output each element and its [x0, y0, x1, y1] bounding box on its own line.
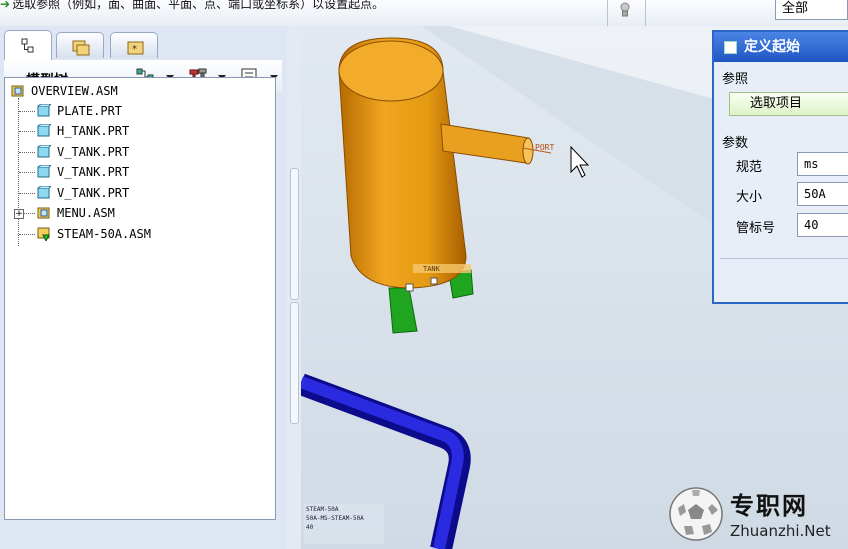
- watermark-url: Zhuanzhi.Net: [730, 522, 831, 540]
- parameters-section-label: 参数: [722, 136, 749, 151]
- schedule-label: 管标号: [736, 221, 776, 236]
- define-start-dialog: 定义起始 参照 选取项目 参数 规范 ms 大小 50A 管标号 40: [712, 30, 848, 304]
- spec-row: 规范 ms: [714, 152, 848, 176]
- assembly-icon: [37, 207, 50, 219]
- lightbulb-icon[interactable]: [619, 0, 631, 18]
- tree-connector: [19, 234, 35, 235]
- tank-top-cap: [338, 40, 444, 102]
- tree-connector: [19, 172, 35, 173]
- assembly-icon: [11, 85, 24, 97]
- size-row: 大小 50A: [714, 182, 848, 206]
- select-items-button[interactable]: 选取项目: [729, 92, 848, 116]
- port-label: PORT: [535, 143, 554, 152]
- part-icon: [37, 104, 51, 117]
- spec-field[interactable]: ms: [797, 152, 848, 176]
- model-tree-icon: [21, 38, 34, 53]
- soccer-ball-logo-icon: [669, 487, 723, 541]
- schedule-row: 管标号 40: [714, 213, 848, 237]
- nozzle-port: [522, 137, 534, 165]
- svg-text:*: *: [132, 44, 137, 55]
- model-status-overlay: STEAM-50A 50A-MS-STEAM-50A 40: [304, 504, 384, 544]
- navigator-tabs: *: [2, 30, 282, 60]
- tree-connector: [19, 152, 35, 153]
- part-icon: [37, 186, 51, 199]
- sash-handle[interactable]: [290, 302, 299, 424]
- selection-filter-select[interactable]: 全部: [775, 0, 848, 20]
- status-line: 40: [306, 524, 314, 531]
- watermark-chinese: 专职网: [730, 491, 808, 520]
- toolbar-separator: [645, 0, 646, 26]
- tab-model-tree[interactable]: [4, 30, 52, 60]
- dialog-app-icon: [724, 41, 737, 54]
- prompt-arrow-icon: ➔: [0, 0, 11, 11]
- status-line: 50A-MS-STEAM-50A: [306, 515, 364, 522]
- tab-folder-browser[interactable]: [56, 32, 104, 58]
- toolbar-separator: [607, 0, 608, 26]
- tank-annotation-label: TANK: [423, 265, 441, 273]
- part-icon: [37, 165, 51, 178]
- size-label: 大小: [736, 190, 763, 205]
- tab-favorites[interactable]: *: [110, 32, 158, 58]
- favorites-folder-icon: *: [127, 41, 144, 55]
- model-tree: OVERVIEW.ASM PLATE.PRT H_TANK.PRT V_TANK…: [4, 77, 276, 520]
- dialog-titlebar[interactable]: 定义起始: [714, 32, 848, 62]
- folder-stack-icon: [72, 40, 90, 56]
- status-line: STEAM-50A: [306, 506, 339, 513]
- tree-connector: [19, 193, 35, 194]
- watermark: 专职网 Zhuanzhi.Net: [668, 484, 846, 546]
- part-icon: [37, 124, 51, 137]
- spec-label: 规范: [736, 160, 763, 175]
- schedule-field[interactable]: 40: [797, 213, 848, 237]
- active-assembly-icon: [37, 227, 50, 241]
- tree-connector: [24, 213, 35, 214]
- dialog-title: 定义起始: [744, 39, 800, 55]
- size-field[interactable]: 50A: [797, 182, 848, 206]
- reference-section-label: 参照: [722, 72, 749, 87]
- prompt-message: ➔ 选取参照（例如，面、曲面、平面、点、端口或坐标系）以设置起点。: [0, 0, 384, 12]
- part-icon: [37, 145, 51, 158]
- message-bar: ➔ 选取参照（例如，面、曲面、平面、点、端口或坐标系）以设置起点。 全部: [0, 0, 848, 27]
- prompt-text: 选取参照（例如，面、曲面、平面、点、端口或坐标系）以设置起点。: [12, 0, 385, 11]
- tree-connector: [19, 131, 35, 132]
- panel-splitter[interactable]: [287, 26, 301, 549]
- dialog-divider: [720, 258, 848, 259]
- sash-handle[interactable]: [290, 168, 299, 300]
- tree-connector: [19, 111, 35, 112]
- expand-toggle[interactable]: +: [14, 209, 24, 219]
